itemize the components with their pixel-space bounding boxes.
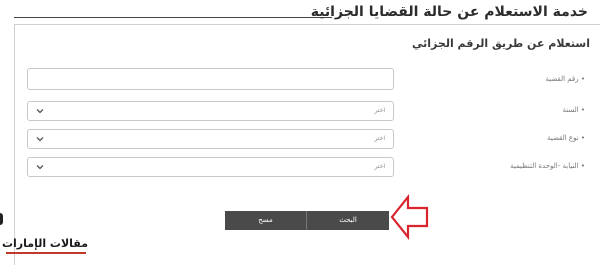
- page-title: خدمة الاستعلام عن حالة القضايا الجزائية: [310, 4, 588, 20]
- case-type-select[interactable]: اختر: [27, 129, 394, 149]
- year-select-value: اختر: [374, 107, 386, 114]
- chevron-down-icon: [36, 109, 44, 114]
- case-number-label: • رقم القضية: [545, 75, 585, 83]
- prosecution-label: • النيابة -الوحدة التنظيمية: [510, 162, 585, 170]
- arrow-left-outline-icon: [390, 194, 429, 240]
- case-number-input[interactable]: [27, 68, 394, 90]
- section-title: استعلام عن طريق الرقم الجزائي: [412, 37, 590, 50]
- watermark-underline: [6, 252, 86, 254]
- case-type-select-value: اختر: [374, 135, 386, 142]
- header-divider: [14, 17, 332, 18]
- chevron-down-icon: [36, 137, 44, 142]
- year-label: • السنة: [562, 106, 585, 114]
- search-button[interactable]: البحث: [307, 211, 389, 230]
- year-select[interactable]: اختر: [27, 101, 394, 121]
- decorative-dot: [0, 213, 3, 225]
- clear-button[interactable]: مسح: [225, 211, 307, 230]
- page: خدمة الاستعلام عن حالة القضايا الجزائية …: [0, 0, 600, 265]
- chevron-down-icon: [36, 165, 44, 170]
- case-type-label: • نوع القضية: [547, 134, 585, 142]
- prosecution-select[interactable]: اختر: [27, 157, 394, 177]
- prosecution-select-value: اختر: [374, 163, 386, 170]
